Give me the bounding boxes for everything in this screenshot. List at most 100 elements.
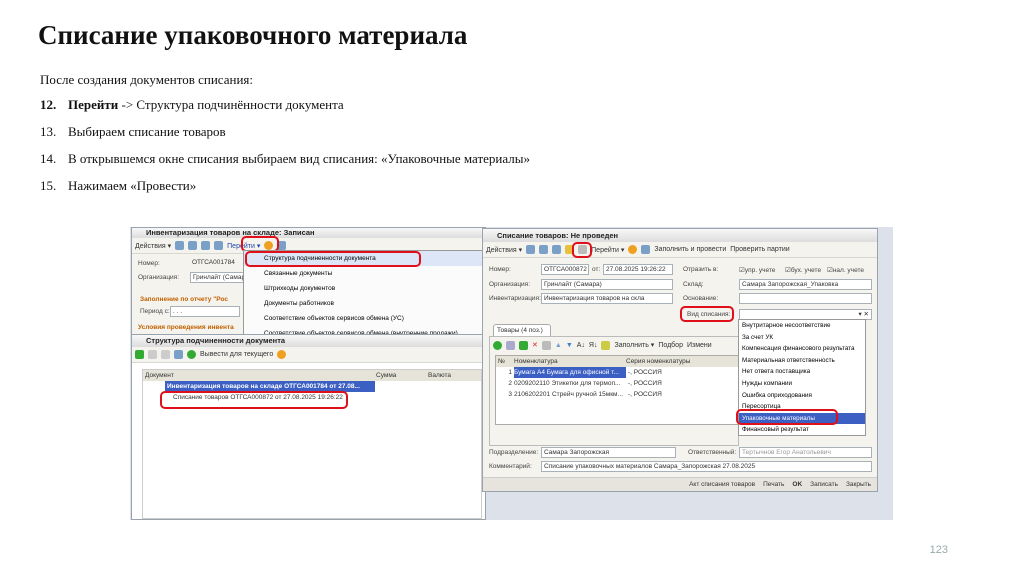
col-sum: Сумма: [376, 372, 397, 379]
step-14: 14. В открывшемся окне списания выбираем …: [40, 151, 530, 166]
fill-button[interactable]: Заполнить ▾: [614, 341, 654, 349]
dept-field[interactable]: Самара Запорожская: [541, 447, 676, 458]
warehouse-label: Склад:: [683, 281, 704, 288]
col-series: Серия номенклатуры: [626, 358, 691, 365]
slide-title: Списание упаковочного материала: [38, 20, 468, 50]
type-option[interactable]: Ошибка оприходования: [739, 390, 865, 402]
type-option[interactable]: Материальная ответственность: [739, 355, 865, 367]
intro-text: После создания документов списания:: [40, 72, 254, 87]
table-icon[interactable]: [539, 245, 549, 254]
fill-and-post-button[interactable]: Заполнить и провести: [654, 246, 726, 253]
goods-table: № Номенклатура Серия номенклатуры 1 Бумага …: [495, 355, 739, 425]
type-option[interactable]: Компенсация финансового результата: [739, 343, 865, 355]
basis-field[interactable]: [739, 293, 872, 304]
goto-menu-button[interactable]: Перейти ▾: [591, 246, 624, 254]
move-up-icon[interactable]: ▲: [555, 342, 562, 349]
check-batches-button[interactable]: Проверить партии: [730, 246, 789, 253]
org-field[interactable]: Гринлайт (Самара): [541, 279, 673, 290]
pick-button[interactable]: Подбор: [658, 342, 683, 349]
structure-title: Структура подчиненности документа: [132, 335, 485, 347]
barcode-icon[interactable]: [601, 340, 611, 350]
close-button[interactable]: Закрыть: [846, 481, 871, 488]
period-field[interactable]: . . .: [170, 306, 240, 317]
date-field[interactable]: 27.08.2025 19:26:22: [603, 264, 673, 275]
packaging-highlight: [736, 409, 838, 425]
comment-field[interactable]: Списание упаковочных материалов Самара_З…: [541, 461, 872, 472]
output-current-button[interactable]: Вывести для текущего: [200, 351, 273, 358]
org-field[interactable]: Гринлайт (Самар: [190, 272, 245, 283]
print-button[interactable]: Печать: [763, 481, 784, 488]
move-down-icon[interactable]: ▼: [566, 342, 573, 349]
change-button[interactable]: Измени: [687, 342, 712, 349]
actions-menu[interactable]: Действия ▾: [486, 246, 522, 254]
help-icon[interactable]: [277, 350, 287, 359]
reflect-label: Отразить в:: [683, 266, 719, 273]
sort-asc-icon[interactable]: A↓: [577, 342, 585, 349]
save-icon[interactable]: [175, 241, 185, 250]
refresh-icon[interactable]: [552, 245, 562, 254]
check-mgmt[interactable]: ☑упр. учете: [739, 266, 775, 274]
check-acc[interactable]: ☑бух. учете: [785, 266, 821, 274]
basis-label: Основание:: [683, 295, 719, 302]
type-option[interactable]: Финансовый результат: [739, 424, 865, 436]
number-field[interactable]: ОТГСА000872: [541, 264, 589, 275]
copy-icon[interactable]: [506, 340, 515, 350]
go-icon[interactable]: [135, 350, 144, 359]
number-label: Номер:: [138, 260, 160, 267]
menu-item-employees[interactable]: Документы работников: [244, 296, 484, 311]
actions-menu[interactable]: Действия ▾: [135, 242, 171, 250]
save-icon[interactable]: [526, 245, 536, 254]
col-document: Документ: [145, 372, 174, 379]
warehouse-field[interactable]: Самара Запорожская_Упаковка: [739, 279, 872, 290]
help-icon[interactable]: [628, 245, 638, 254]
col-currency: Валюта: [428, 372, 451, 379]
doc-icon[interactable]: [148, 350, 157, 359]
refresh-icon[interactable]: [187, 350, 196, 359]
ok-button[interactable]: OK: [792, 481, 802, 488]
step-12: 12. Перейти -> Структура подчинённости до…: [40, 97, 344, 112]
type-option[interactable]: За счет УК: [739, 332, 865, 344]
number-label: Номер:: [489, 266, 511, 273]
table-icon[interactable]: [188, 241, 198, 250]
inventory-field[interactable]: Инвентаризация товаров на скла: [541, 293, 673, 304]
refresh-icon[interactable]: [201, 241, 211, 250]
doc2-icon[interactable]: [161, 350, 170, 359]
step-13: 13. Выбираем списание товаров: [40, 124, 226, 139]
org-label: Организация:: [489, 281, 531, 288]
end-edit-icon[interactable]: [541, 340, 551, 350]
post-icon[interactable]: [214, 241, 224, 250]
org-label: Организация:: [138, 274, 180, 281]
menu-item-barcodes[interactable]: Штрихкоды документов: [244, 281, 484, 296]
print-icon[interactable]: [174, 350, 183, 359]
menu-item-linked[interactable]: Связанные документы: [244, 266, 484, 281]
menu-item-exchange-us[interactable]: Соответствие объектов сервисов обмена (У…: [244, 311, 484, 326]
act-button[interactable]: Акт списания товаров: [689, 481, 755, 488]
sort-desc-icon[interactable]: Я↓: [589, 342, 598, 349]
tab-goods[interactable]: Товары (4 поз.): [493, 324, 551, 336]
col-num: №: [498, 358, 505, 365]
table-row[interactable]: 2 0209202110 Этикетки для термоп... -, РОС…: [496, 378, 738, 389]
dept-label: Подразделение:: [489, 449, 539, 456]
fill-section: Заполнение по отчету "Рос: [140, 296, 228, 303]
delete-icon[interactable]: ✕: [532, 341, 538, 349]
responsible-field[interactable]: Тертычнов Егор Анатольевич: [739, 447, 872, 458]
table-row[interactable]: 1 Бумага А4 Бумага для офисной т... -, РОС…: [496, 367, 738, 378]
save-button[interactable]: Записать: [810, 481, 838, 488]
type-option[interactable]: Нужды компании: [739, 378, 865, 390]
writeoff-highlight: [160, 391, 348, 409]
list-icon[interactable]: [641, 245, 651, 254]
edit-icon[interactable]: [519, 340, 528, 350]
check-tax[interactable]: ☑нал. учете: [827, 266, 864, 274]
goods-panel: ✕ ▲ ▼ A↓ Я↓ Заполнить ▾ Подбор Измени № Номенкл…: [489, 336, 739, 446]
page-number: 123: [929, 544, 948, 556]
add-icon[interactable]: [493, 340, 502, 350]
step-15: 15. Нажимаем «Провести»: [40, 178, 197, 193]
date-label: от:: [592, 266, 601, 273]
post-highlight: [572, 242, 592, 258]
type-option[interactable]: Внутритарное несоответствие: [739, 320, 865, 332]
conditions-section: Условия проведения инвента: [138, 324, 234, 331]
type-option[interactable]: Нет ответа поставщика: [739, 366, 865, 378]
inventory-title: Инвентаризация товаров на складе: Записа…: [132, 228, 485, 238]
table-row[interactable]: 3 2106202201 Стрейч ручной 15мкм... -, РОС…: [496, 389, 738, 400]
period-label: Период с:: [140, 308, 170, 315]
